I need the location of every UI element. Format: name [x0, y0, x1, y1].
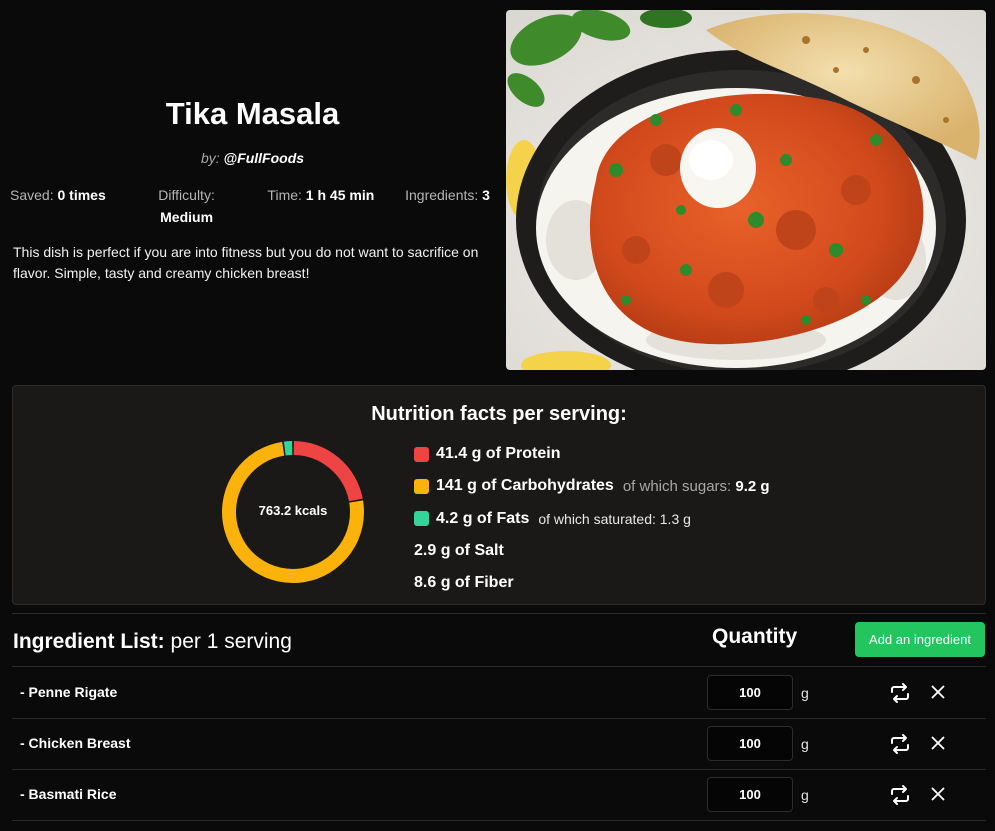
ingredient-heading-serving: per 1 serving — [170, 630, 292, 653]
ingredient-quantity-input[interactable] — [707, 675, 793, 710]
ingredient-list-heading: Ingredient List: per 1 serving — [13, 630, 292, 654]
section-divider — [12, 613, 986, 614]
nutrition-panel: Nutrition facts per serving: 763.2 kcals… — [12, 385, 986, 605]
recipe-description: This dish is perfect if you are into fit… — [13, 244, 479, 281]
dish-image — [506, 10, 986, 370]
ingredient-name: - Basmati Rice — [20, 786, 117, 802]
quantity-heading: Quantity — [712, 625, 798, 648]
carbs-text: 141 g of Carbohydrates — [436, 477, 614, 495]
saturated-value: 1.3 g — [659, 510, 691, 527]
salt-text: 2.9 g of Salt — [414, 542, 504, 560]
fats-swatch — [414, 511, 429, 527]
close-icon[interactable] — [927, 783, 949, 805]
macro-protein: 41.4 g of Protein — [414, 438, 770, 470]
sugars-info: of which sugars: 9.2 g — [623, 478, 770, 495]
sugars-label: of which sugars: — [622, 477, 732, 495]
macro-fiber: 8.6 g of Fiber — [414, 567, 770, 599]
time-value: 1 h 45 min — [305, 187, 375, 203]
swap-icon[interactable] — [888, 732, 912, 756]
recipe-byline: by: @FullFoods — [0, 150, 505, 166]
ingredients-label: Ingredients: — [405, 187, 479, 203]
macro-fats: 4.2 g of Fats of which saturated: 1.3 g — [414, 503, 770, 535]
difficulty-label: Difficulty: — [158, 187, 215, 203]
carbs-swatch — [414, 478, 429, 494]
nutrition-title: Nutrition facts per serving: — [371, 403, 627, 425]
stat-time: Time: 1 h 45 min — [267, 184, 374, 228]
donut-slice-protein — [293, 441, 363, 502]
ingredient-quantity-input[interactable] — [707, 777, 793, 812]
stat-difficulty: Difficulty: Medium — [137, 184, 237, 228]
close-icon[interactable] — [927, 732, 949, 754]
swap-icon[interactable] — [888, 681, 912, 705]
stat-saved: Saved: 0 times — [10, 184, 106, 228]
sugars-value: 9.2 g — [735, 477, 770, 495]
ingredient-unit: g — [801, 787, 809, 803]
ingredient-row: - Penne Rigate g — [12, 667, 986, 718]
ingredient-name: - Chicken Breast — [20, 735, 131, 751]
saturated-label: of which saturated: — [538, 510, 656, 527]
macro-salt: 2.9 g of Salt — [414, 535, 770, 567]
ingredient-name: - Penne Rigate — [20, 684, 118, 700]
recipe-title: Tika Masala — [165, 96, 340, 131]
time-label: Time: — [267, 187, 302, 203]
fats-text: 4.2 g of Fats — [436, 509, 530, 527]
kcals-label: 763.2 kcals — [258, 503, 328, 518]
ingredient-row: - Chicken Breast g — [12, 718, 986, 769]
ingredients-value: 3 — [482, 187, 490, 203]
difficulty-value: Medium — [160, 209, 214, 225]
protein-swatch — [414, 446, 429, 462]
swap-icon[interactable] — [888, 783, 912, 807]
protein-text: 41.4 g of Protein — [436, 445, 561, 463]
stat-ingredients: Ingredients: 3 — [405, 184, 490, 228]
add-ingredient-button[interactable]: Add an ingredient — [855, 622, 985, 657]
macro-carbohydrates: 141 g of Carbohydrates of which sugars: … — [414, 470, 770, 502]
ingredient-unit: g — [801, 685, 809, 701]
recipe-page: Tika Masala by: @FullFoods Saved: 0 time… — [0, 0, 995, 831]
ingredient-unit: g — [801, 736, 809, 752]
fiber-text: 8.6 g of Fiber — [414, 574, 514, 592]
recipe-header: Tika Masala by: @FullFoods Saved: 0 time… — [0, 0, 500, 380]
saved-value: 0 times — [57, 187, 106, 203]
dish-illustration — [506, 10, 986, 370]
author-link[interactable]: @FullFoods — [224, 150, 305, 166]
byline-prefix: by: — [200, 150, 220, 166]
recipe-stats: Saved: 0 times Difficulty: Medium Time: … — [10, 184, 490, 228]
macro-list: 41.4 g of Protein 141 g of Carbohydrates… — [414, 438, 770, 599]
saved-label: Saved: — [10, 187, 54, 203]
row-divider — [12, 820, 986, 821]
ingredient-heading-bold: Ingredient List: — [13, 630, 165, 653]
ingredient-quantity-input[interactable] — [707, 726, 793, 761]
close-icon[interactable] — [927, 681, 949, 703]
saturated-info: of which saturated: 1.3 g — [538, 511, 691, 527]
ingredient-row: - Basmati Rice g — [12, 769, 986, 820]
donut-slice-fats — [283, 441, 293, 456]
